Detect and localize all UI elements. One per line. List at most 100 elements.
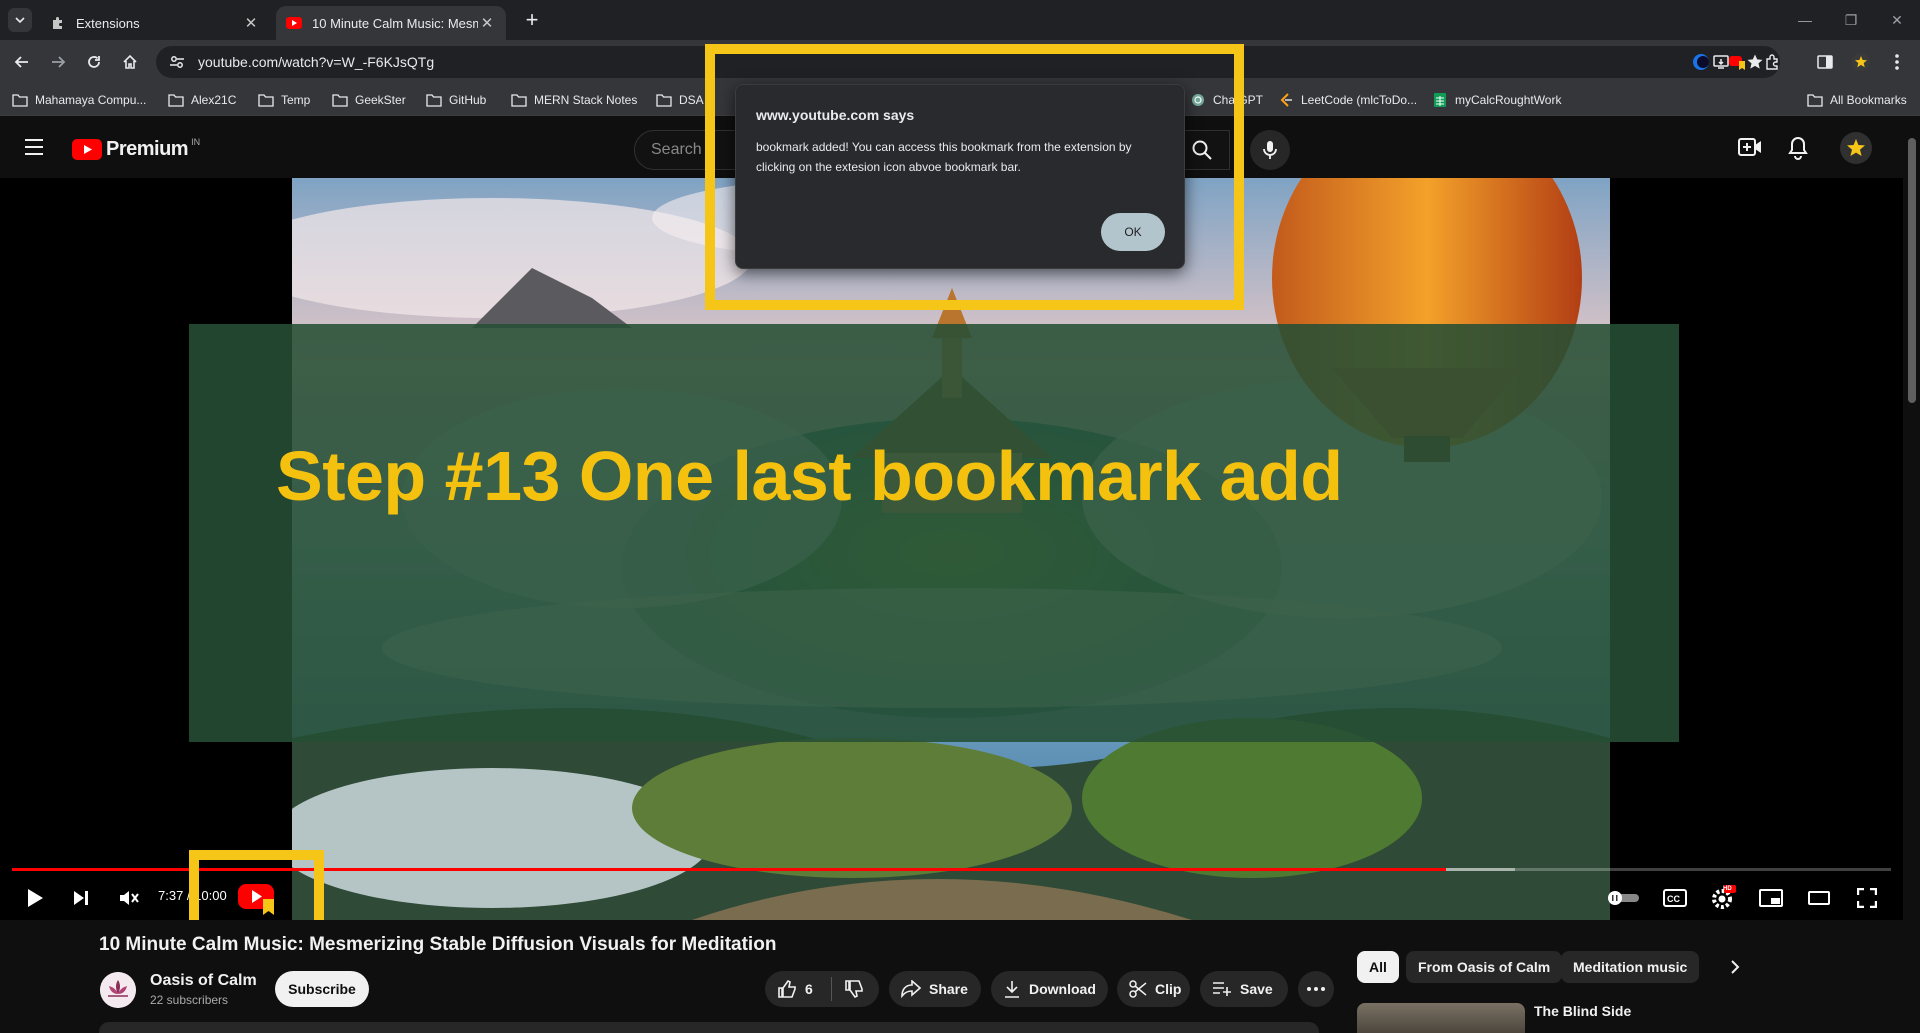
tab-search-button[interactable]: [8, 8, 32, 32]
create-video-icon: [1738, 138, 1761, 156]
autoplay-toggle-icon: [1608, 891, 1639, 905]
more-horizontal-icon: [1307, 987, 1325, 991]
more-actions-button[interactable]: [1298, 971, 1334, 1007]
recommendation-title[interactable]: The Blind Side: [1534, 1003, 1631, 1019]
javascript-alert-dialog: www.youtube.com says bookmark added! You…: [735, 84, 1185, 269]
tab-extensions[interactable]: Extensions ✕: [40, 6, 270, 40]
notifications-button[interactable]: [1787, 136, 1809, 160]
folder-icon: [426, 94, 442, 107]
like-dislike-group: 6: [765, 971, 879, 1007]
tab-youtube-video[interactable]: 10 Minute Calm Music: Mesmerizing Stable…: [276, 6, 506, 40]
save-button[interactable]: Save: [1200, 971, 1288, 1007]
folder-icon: [656, 94, 672, 107]
extensions-puzzle-icon[interactable]: [1762, 51, 1784, 73]
hamburger-menu-icon: [25, 139, 43, 155]
add-to-playlist-icon: [1213, 982, 1231, 996]
chrome-menu-icon[interactable]: [1886, 51, 1908, 73]
alert-message: bookmark added! You can access this book…: [756, 140, 1132, 174]
tutorial-step-caption: Step #13 One last bookmark add: [276, 437, 1343, 515]
bookmark-folder[interactable]: MERN Stack Notes: [511, 91, 637, 109]
all-bookmarks-button[interactable]: All Bookmarks: [1807, 91, 1907, 109]
download-icon: [1005, 981, 1019, 998]
url-text: youtube.com/watch?v=W_-F6KJsQTg: [198, 54, 435, 70]
recommendation-thumbnail[interactable]: [1357, 1003, 1525, 1033]
chevron-down-icon: [15, 17, 25, 24]
caption-band: [189, 324, 1679, 742]
share-button[interactable]: Share: [889, 971, 981, 1007]
hd-badge: HD: [1723, 886, 1732, 892]
forward-button[interactable]: [44, 48, 72, 76]
subscribe-button[interactable]: Subscribe: [275, 971, 369, 1007]
account-avatar[interactable]: [1840, 132, 1872, 164]
fullscreen-icon: [1857, 888, 1877, 908]
next-button[interactable]: [66, 878, 96, 918]
highlight-bookmark-button-box: [189, 850, 324, 920]
bookmark-sheet[interactable]: myCalcRoughtWork: [1432, 91, 1561, 109]
create-button[interactable]: [1738, 136, 1762, 158]
svg-text:CC: CC: [1667, 894, 1680, 904]
scrollbar-thumb[interactable]: [1908, 138, 1916, 403]
mute-button[interactable]: [114, 878, 144, 918]
close-tab-icon[interactable]: ✕: [478, 14, 496, 32]
like-button[interactable]: [777, 979, 797, 999]
subtitles-button[interactable]: CC: [1660, 878, 1690, 918]
new-tab-button[interactable]: +: [520, 7, 544, 32]
alert-origin: www.youtube.com says: [756, 107, 915, 123]
play-icon: [28, 889, 43, 907]
chip-from-channel[interactable]: From Oasis of Calm: [1406, 951, 1563, 983]
theater-mode-button[interactable]: [1804, 878, 1834, 918]
page-scrollbar[interactable]: [1903, 116, 1920, 1033]
thumbs-up-icon: [778, 979, 796, 998]
fullscreen-button[interactable]: [1852, 878, 1882, 918]
channel-avatar[interactable]: [100, 972, 136, 1008]
extension-bookmark-icon[interactable]: [1726, 51, 1748, 73]
bookmark-folder[interactable]: Mahamaya Compu...: [12, 91, 146, 109]
chip-all[interactable]: All: [1357, 951, 1399, 983]
chips-next-button[interactable]: [1725, 957, 1745, 977]
clip-button[interactable]: Clip: [1117, 971, 1190, 1007]
play-button[interactable]: [20, 878, 50, 918]
profile-avatar[interactable]: [1850, 51, 1872, 73]
side-panel-icon[interactable]: [1814, 51, 1836, 73]
reload-button[interactable]: [80, 48, 108, 76]
description-box[interactable]: [99, 1022, 1319, 1033]
channel-name[interactable]: Oasis of Calm: [150, 972, 257, 990]
restore-button[interactable]: ❐: [1828, 0, 1874, 40]
volume-muted-icon: [120, 891, 139, 905]
extension-dark-icon[interactable]: [1690, 51, 1712, 73]
home-icon: [123, 54, 137, 69]
dislike-button[interactable]: [844, 979, 864, 999]
alert-ok-button[interactable]: OK: [1101, 213, 1165, 251]
bookmark-folder[interactable]: GeekSter: [332, 91, 406, 109]
spreadsheet-icon: [1434, 93, 1446, 107]
download-button[interactable]: Download: [991, 971, 1108, 1007]
current-time: 7:37: [158, 888, 184, 903]
share-icon: [901, 980, 921, 998]
voice-search-button[interactable]: [1250, 130, 1290, 170]
video-title: 10 Minute Calm Music: Mesmerizing Stable…: [99, 934, 777, 955]
home-button[interactable]: [116, 48, 144, 76]
close-tab-icon[interactable]: ✕: [242, 14, 260, 32]
miniplayer-button[interactable]: [1756, 878, 1786, 918]
bookmark-folder[interactable]: Alex21C: [168, 91, 236, 109]
tab-strip: Extensions ✕ 10 Minute Calm Music: Mesme…: [0, 0, 1920, 40]
folder-icon: [511, 94, 527, 107]
chip-meditation-music[interactable]: Meditation music: [1561, 951, 1700, 983]
autoplay-toggle[interactable]: [1606, 878, 1642, 918]
bookmark-folder[interactable]: Temp: [258, 91, 310, 109]
settings-button[interactable]: HD: [1707, 878, 1739, 918]
subscriber-count: 22 subscribers: [150, 993, 229, 1007]
close-window-button[interactable]: ✕: [1874, 0, 1920, 40]
bookmark-folder[interactable]: DSA: [656, 91, 704, 109]
site-info-icon[interactable]: [168, 53, 186, 71]
youtube-premium-logo[interactable]: Premium IN: [72, 137, 200, 161]
minimize-button[interactable]: —: [1782, 0, 1828, 40]
microphone-icon: [1263, 141, 1277, 159]
bookmark-folder[interactable]: GitHub: [426, 91, 486, 109]
back-button[interactable]: [8, 48, 36, 76]
tab-title: Extensions: [76, 15, 140, 31]
like-count: 6: [805, 981, 813, 997]
bookmark-leetcode[interactable]: LeetCode (mlcToDo...: [1278, 91, 1417, 109]
guide-menu-button[interactable]: [24, 138, 44, 156]
folder-icon: [1807, 94, 1823, 107]
